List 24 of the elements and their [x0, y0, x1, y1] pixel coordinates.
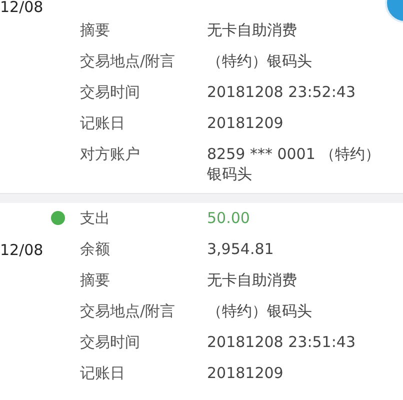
- field-label: 支出: [80, 209, 110, 227]
- field-value: 8259 *** 0001 （特约）银码头: [207, 145, 380, 183]
- field-label: 摘要: [80, 21, 110, 39]
- field-value: 20181208 23:52:43: [207, 83, 356, 101]
- field-label: 余额: [80, 240, 110, 258]
- field-value: （特约）银码头: [207, 302, 312, 320]
- field-value: 20181209: [207, 114, 284, 132]
- field-label: 记账日: [80, 364, 125, 382]
- field-label: 交易时间: [80, 333, 140, 351]
- field-label: 交易时间: [80, 83, 140, 101]
- date-label: 12/08: [0, 240, 44, 260]
- field-value: 3,954.81: [207, 240, 274, 258]
- date-label: 12/08: [0, 0, 44, 15]
- field-value: 无卡自助消费: [207, 21, 297, 39]
- field-label: 交易地点/附言: [80, 52, 176, 70]
- field-value: （特约）银码头: [207, 52, 312, 70]
- field-label: 摘要: [80, 271, 110, 289]
- field-label: 对方账户: [80, 145, 140, 163]
- field-value: 20181209: [207, 364, 284, 382]
- field-value: 20181208 23:51:43: [207, 333, 356, 351]
- amount-value: 50.00: [207, 209, 250, 227]
- field-value: 无卡自助消费: [207, 271, 297, 289]
- field-label: 交易地点/附言: [80, 302, 176, 320]
- field-label: 记账日: [80, 114, 125, 132]
